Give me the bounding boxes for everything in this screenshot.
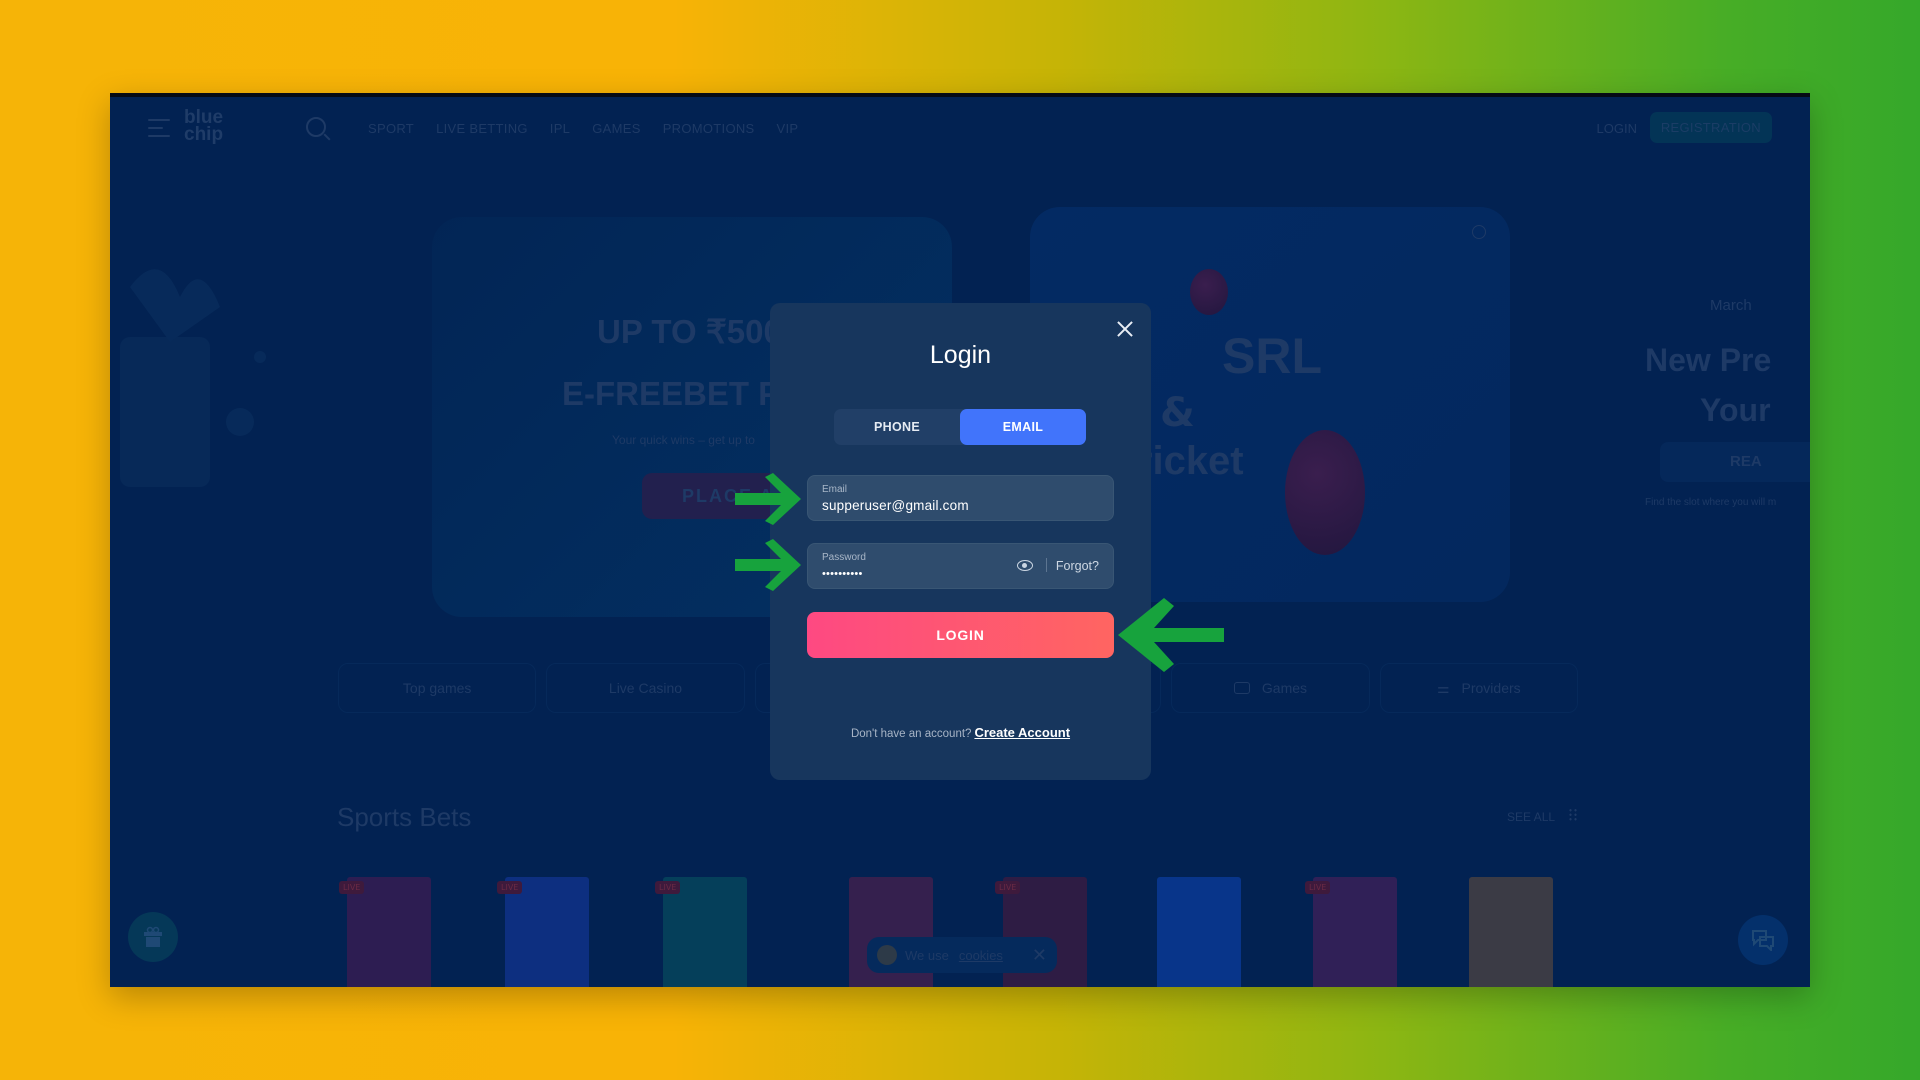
- no-account-text: Don't have an account?: [850, 728, 972, 740]
- promo-title: New Pre: [1645, 342, 1772, 378]
- tab-phone[interactable]: PHONE: [834, 409, 960, 445]
- promo-text: Find the slot where you will m: [1645, 497, 1777, 508]
- nav-vip[interactable]: VIP: [777, 121, 799, 136]
- read-more-button[interactable]: REA: [1660, 442, 1810, 482]
- category-providers[interactable]: ⚌ Providers: [1379, 663, 1578, 713]
- nav-live-betting[interactable]: LIVE BETTING: [436, 121, 528, 136]
- promo-text: Your quick wins – get up to: [612, 433, 755, 447]
- modal-title: Login: [929, 341, 992, 369]
- arrow-left-icon: [1118, 598, 1224, 672]
- gift-icon: [144, 926, 162, 947]
- logo[interactable]: blue chip: [184, 108, 223, 144]
- sport-card-hockey[interactable]: [1469, 877, 1553, 987]
- nav-promotions[interactable]: PROMOTIONS: [663, 121, 755, 136]
- grid-icon[interactable]: [1568, 808, 1578, 822]
- promo-date: March: [1710, 297, 1752, 314]
- divider: [1046, 558, 1047, 572]
- create-account-link[interactable]: Create Account: [974, 725, 1070, 740]
- info-icon[interactable]: [1472, 225, 1486, 239]
- sport-card-cricket[interactable]: LIVE: [339, 877, 431, 987]
- bonus-gift-button[interactable]: [128, 912, 178, 962]
- chat-support-button[interactable]: [1738, 915, 1788, 965]
- promo-amp-text: &: [1160, 390, 1195, 436]
- eye-icon[interactable]: [1017, 560, 1033, 571]
- password-input[interactable]: ••••••••••: [822, 568, 1022, 580]
- email-input[interactable]: [822, 498, 1022, 513]
- email-label: Email: [822, 484, 848, 495]
- gamepad-icon: [1233, 682, 1250, 694]
- sport-card-football[interactable]: LIVE: [497, 877, 589, 987]
- registration-button[interactable]: REGISTRATION: [1649, 112, 1772, 143]
- gift-illustration: [120, 269, 266, 487]
- cricket-ball-image: [1285, 430, 1365, 555]
- live-badge: LIVE: [1305, 881, 1331, 894]
- password-field[interactable]: Password •••••••••• Forgot?: [807, 543, 1114, 589]
- main-menu: SPORT LIVE BETTING IPL GAMES PROMOTIONS …: [368, 121, 798, 136]
- nav-login-button[interactable]: LOGIN: [1597, 121, 1637, 136]
- cookie-icon: [877, 945, 897, 965]
- close-icon[interactable]: [1116, 320, 1134, 338]
- promo-title-2: Your: [1700, 392, 1771, 428]
- close-icon[interactable]: ✕: [1032, 945, 1047, 966]
- cookie-text: We use: [905, 947, 949, 963]
- sport-card-volleyball[interactable]: [1157, 877, 1241, 987]
- nav-sport[interactable]: SPORT: [368, 121, 414, 136]
- live-badge: LIVE: [995, 881, 1021, 894]
- login-method-toggle: PHONE EMAIL: [834, 409, 1086, 445]
- arrow-right-icon: [735, 539, 801, 591]
- sport-card-tennis[interactable]: LIVE: [655, 877, 747, 987]
- see-all-link[interactable]: SEE ALL: [1507, 810, 1555, 824]
- sport-card-esports[interactable]: LIVE: [1305, 877, 1397, 987]
- section-title: Sports Bets: [337, 802, 472, 832]
- nav-ipl[interactable]: IPL: [550, 121, 570, 136]
- login-button[interactable]: LOGIN: [807, 612, 1114, 658]
- live-badge: LIVE: [339, 881, 365, 894]
- login-modal: Login PHONE EMAIL Email Password •••••••…: [770, 303, 1151, 780]
- password-label: Password: [822, 552, 866, 563]
- top-nav: blue chip SPORT LIVE BETTING IPL GAMES PR…: [110, 97, 1810, 161]
- chat-icon: [1752, 930, 1774, 951]
- cricket-ball-image: [1190, 269, 1228, 315]
- live-badge: LIVE: [497, 881, 523, 894]
- promo-subtitle: E-FREEBET PR: [562, 375, 805, 412]
- cookies-link[interactable]: cookies: [959, 948, 1003, 963]
- live-badge: LIVE: [655, 881, 681, 894]
- category-live-casino[interactable]: Live Casino: [546, 663, 745, 713]
- arrow-right-icon: [735, 473, 801, 525]
- cookie-banner: We use cookies ✕: [867, 937, 1057, 973]
- signup-prompt: Don't have an account? Create Account: [770, 725, 1151, 740]
- email-field[interactable]: Email: [807, 475, 1114, 521]
- forgot-password-link[interactable]: Forgot?: [1056, 559, 1099, 573]
- tab-email[interactable]: EMAIL: [960, 409, 1086, 445]
- nav-games[interactable]: GAMES: [592, 121, 640, 136]
- category-top-games[interactable]: Top games: [338, 663, 537, 713]
- promo-srl-text: SRL: [1222, 328, 1322, 384]
- search-icon[interactable]: [306, 117, 326, 137]
- sliders-icon: ⚌: [1436, 679, 1450, 696]
- hamburger-menu-icon[interactable]: [148, 119, 170, 137]
